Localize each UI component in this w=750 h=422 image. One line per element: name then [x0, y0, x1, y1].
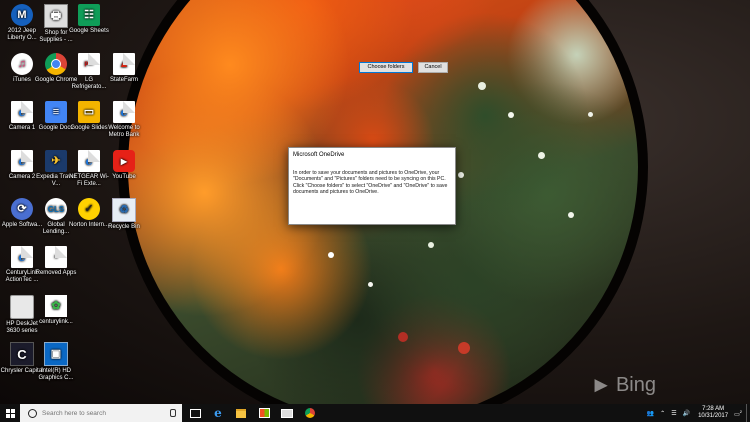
cancel-button[interactable]: Cancel	[418, 62, 448, 73]
desktop-icon-recycle-bin[interactable]: ♻ Recycle Bin	[102, 198, 146, 231]
centurylink-icon: ✿	[45, 295, 67, 317]
desktop-icon-label: Welcome to Metro Bank	[108, 125, 140, 138]
system-tray: 👥 ⌃ ☰ 🔊 7:28 AM 10/31/2017 ▭2	[647, 404, 750, 422]
task-view-icon	[189, 408, 201, 418]
desktop-icon-label: StateFarm	[109, 77, 138, 83]
taskbar-search-input[interactable]	[42, 409, 162, 417]
global-lending-icon: GLS	[45, 198, 67, 220]
youtube-icon: ▶	[113, 150, 135, 172]
dialog-title: Microsoft OneDrive	[293, 152, 345, 158]
desktop-icon-label: Removed Apps	[35, 270, 77, 276]
start-button[interactable]	[0, 404, 20, 422]
ie-shortcut-icon: e	[78, 150, 100, 172]
ie-shortcut-icon: e	[11, 246, 33, 268]
desktop-icon-removed-apps[interactable]: ≡ Removed Apps	[34, 246, 78, 277]
desktop-icon-youtube[interactable]: ▶ YouTube	[102, 150, 146, 181]
hp-printer-icon	[10, 295, 34, 319]
store-icon	[258, 408, 270, 418]
clock-date: 10/31/2017	[698, 413, 729, 419]
taskbar-clock[interactable]: 7:28 AM 10/31/2017	[698, 406, 728, 420]
bing-logo-icon: ►	[590, 372, 612, 397]
bing-text: Bing	[615, 373, 656, 396]
edge-icon: e	[214, 406, 222, 420]
itunes-icon: ♫	[11, 53, 33, 75]
file-explorer-button[interactable]	[230, 404, 252, 422]
store-button[interactable]	[253, 404, 275, 422]
pdf-file-icon: pdf	[78, 53, 100, 75]
chrome-icon	[305, 408, 315, 418]
statefarm-icon: ▲	[113, 53, 135, 75]
document-icon: ≡	[45, 246, 67, 268]
google-docs-icon: ≡	[45, 101, 67, 123]
desktop-icon-label: Google Sheets	[69, 28, 109, 34]
recycle-bin-icon: ♻	[112, 198, 136, 222]
google-slides-icon: ▭	[78, 101, 100, 123]
desktop-icon-google-sheets[interactable]: ☷ Google Sheets	[67, 4, 111, 35]
show-hidden-icons-icon[interactable]: ⌃	[660, 410, 665, 417]
chrome-icon	[45, 53, 67, 75]
ie-shortcut-icon: e	[11, 101, 33, 123]
norton-icon: ✓	[78, 198, 100, 220]
desktop-icon-label: YouTube	[112, 174, 136, 180]
task-view-button[interactable]	[184, 404, 206, 422]
microphone-icon[interactable]	[170, 409, 176, 417]
chrysler-capital-icon: C	[10, 342, 34, 366]
volume-icon[interactable]: 🔊	[683, 410, 690, 417]
intel-graphics-icon: ▣	[44, 342, 68, 366]
jeep-icon: M	[11, 4, 33, 26]
desktop-icon-label: Recycle Bin	[108, 224, 140, 230]
notification-count-badge: 2	[739, 408, 742, 414]
desktop-icon-label: Intel(R) HD Graphics C...	[38, 368, 74, 381]
dialog-message: In order to save your documents and pict…	[293, 170, 448, 196]
show-desktop-button[interactable]	[746, 404, 750, 422]
google-sheets-icon: ☷	[78, 4, 100, 26]
desktop-icon-metro-bank[interactable]: e Welcome to Metro Bank	[102, 101, 146, 139]
taskbar: e 👥 ⌃ ☰ 🔊 7:28 AM 10/31/2017 ▭2	[0, 404, 750, 422]
network-icon[interactable]: ☰	[671, 410, 676, 417]
printer-shop-icon: 🖶	[44, 4, 68, 28]
mail-icon	[281, 408, 293, 418]
desktop-icon-label: centurylink...	[39, 319, 73, 325]
people-icon[interactable]: 👥	[647, 410, 654, 417]
notification-center-icon[interactable]: ▭2	[734, 409, 742, 418]
apple-software-icon: ⟳	[11, 198, 33, 220]
desktop-icon-intel-graphics[interactable]: ▣ Intel(R) HD Graphics C...	[34, 342, 78, 382]
file-explorer-icon	[236, 408, 246, 418]
taskbar-search-box[interactable]	[20, 404, 182, 422]
desktop-icon-statefarm[interactable]: ▲ StateFarm	[102, 53, 146, 84]
ie-shortcut-icon: e	[11, 150, 33, 172]
choose-folders-button[interactable]: Choose folders	[359, 62, 413, 73]
edge-button[interactable]: e	[207, 404, 229, 422]
bing-watermark: ► Bing	[590, 372, 656, 398]
chrome-taskbar-button[interactable]	[299, 404, 321, 422]
expedia-icon: ✈	[45, 150, 67, 172]
desktop-icon-centurylink[interactable]: ✿ centurylink...	[34, 295, 78, 326]
onedrive-dialog: Microsoft OneDrive In order to save your…	[288, 147, 456, 225]
windows-logo-icon	[5, 408, 15, 418]
search-icon	[28, 408, 37, 418]
ie-shortcut-icon: e	[113, 101, 135, 123]
mail-button[interactable]	[276, 404, 298, 422]
clock-time: 7:28 AM	[702, 406, 725, 412]
